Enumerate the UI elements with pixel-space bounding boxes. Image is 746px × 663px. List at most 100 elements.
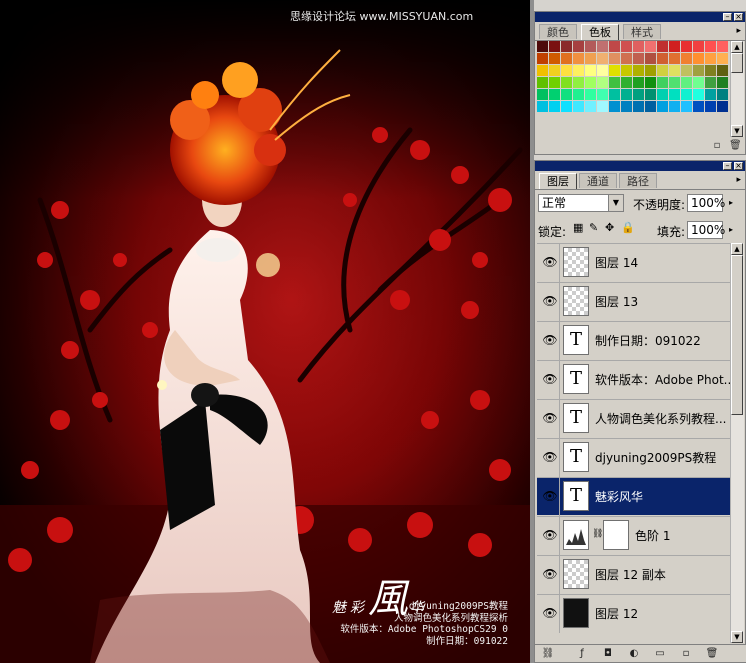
color-swatch[interactable] bbox=[693, 77, 704, 88]
color-swatch[interactable] bbox=[717, 65, 728, 76]
mask-link-icon[interactable]: ⛓ bbox=[592, 529, 603, 539]
color-swatch[interactable] bbox=[669, 101, 680, 112]
color-swatch[interactable] bbox=[537, 53, 548, 64]
color-swatch[interactable] bbox=[585, 89, 596, 100]
layer-thumbnail[interactable]: T bbox=[563, 442, 589, 472]
link-layers-icon[interactable]: ⛓ bbox=[541, 647, 555, 660]
color-swatch[interactable] bbox=[597, 101, 608, 112]
color-swatch[interactable] bbox=[645, 89, 656, 100]
tab-paths[interactable]: 路径 bbox=[619, 173, 657, 188]
layer-thumbnail[interactable] bbox=[563, 247, 589, 277]
color-swatch[interactable] bbox=[621, 65, 632, 76]
color-swatch[interactable] bbox=[657, 41, 668, 52]
color-swatch[interactable] bbox=[585, 65, 596, 76]
color-swatch[interactable] bbox=[609, 101, 620, 112]
visibility-eye-icon[interactable]: 👁 bbox=[542, 450, 558, 464]
opacity-arrow-icon[interactable]: ▸ bbox=[725, 195, 737, 211]
color-swatch[interactable] bbox=[717, 101, 728, 112]
scroll-up-icon[interactable]: ▲ bbox=[731, 243, 743, 255]
layer-thumbnail[interactable] bbox=[563, 559, 589, 589]
color-swatch[interactable] bbox=[597, 53, 608, 64]
color-swatch[interactable] bbox=[573, 41, 584, 52]
color-swatch[interactable] bbox=[573, 89, 584, 100]
color-swatch[interactable] bbox=[561, 77, 572, 88]
visibility-eye-icon[interactable]: 👁 bbox=[542, 294, 558, 308]
visibility-eye-icon[interactable]: 👁 bbox=[542, 489, 558, 503]
color-swatch[interactable] bbox=[561, 101, 572, 112]
color-swatch[interactable] bbox=[645, 53, 656, 64]
visibility-eye-icon[interactable]: 👁 bbox=[542, 255, 558, 269]
color-swatch[interactable] bbox=[621, 101, 632, 112]
color-swatch[interactable] bbox=[633, 89, 644, 100]
color-swatch[interactable] bbox=[537, 101, 548, 112]
color-swatch[interactable] bbox=[585, 101, 596, 112]
color-swatch[interactable] bbox=[705, 65, 716, 76]
layer-row[interactable]: 👁 T 人物调色美化系列教程... bbox=[537, 399, 732, 438]
panel-menu-icon[interactable]: ▸ bbox=[736, 175, 741, 185]
layer-thumbnail[interactable]: T bbox=[563, 325, 589, 355]
color-swatch[interactable] bbox=[681, 53, 692, 64]
color-swatch[interactable] bbox=[537, 41, 548, 52]
color-swatch[interactable] bbox=[705, 77, 716, 88]
color-swatch[interactable] bbox=[621, 77, 632, 88]
color-swatch[interactable] bbox=[669, 65, 680, 76]
layer-row[interactable]: 👁 ⛓ 色阶 1 bbox=[537, 516, 732, 555]
layer-row[interactable]: 👁 T 软件版本：Adobe Phot... bbox=[537, 360, 732, 399]
color-swatch[interactable] bbox=[597, 77, 608, 88]
visibility-eye-icon[interactable]: 👁 bbox=[542, 333, 558, 347]
lock-pixels-icon[interactable]: ✎ bbox=[589, 221, 598, 234]
minimize-icon[interactable]: – bbox=[723, 13, 732, 21]
minimize-icon[interactable]: – bbox=[723, 162, 732, 170]
color-swatch[interactable] bbox=[717, 89, 728, 100]
color-swatch[interactable] bbox=[645, 77, 656, 88]
document-canvas[interactable]: 思缘设计论坛 www.MISSYUAN.com 魅彩風华 djyuning200… bbox=[0, 0, 530, 663]
layer-row[interactable]: 👁 T 魅彩风华 bbox=[537, 477, 732, 516]
layer-mask-thumbnail[interactable] bbox=[603, 520, 629, 550]
color-swatch[interactable] bbox=[705, 41, 716, 52]
close-icon[interactable]: × bbox=[734, 13, 743, 21]
color-swatch[interactable] bbox=[573, 101, 584, 112]
color-swatch[interactable] bbox=[573, 53, 584, 64]
fill-input[interactable]: 100% bbox=[687, 221, 725, 239]
color-swatch[interactable] bbox=[693, 65, 704, 76]
color-swatch[interactable] bbox=[621, 89, 632, 100]
visibility-eye-icon[interactable]: 👁 bbox=[542, 411, 558, 425]
layer-thumbnail[interactable] bbox=[563, 520, 589, 550]
layer-thumbnail[interactable]: T bbox=[563, 403, 589, 433]
color-swatch[interactable] bbox=[669, 53, 680, 64]
color-swatch[interactable] bbox=[717, 41, 728, 52]
color-swatch[interactable] bbox=[633, 101, 644, 112]
color-swatch[interactable] bbox=[609, 77, 620, 88]
color-swatch[interactable] bbox=[657, 53, 668, 64]
color-swatch[interactable] bbox=[633, 41, 644, 52]
color-swatch[interactable] bbox=[609, 41, 620, 52]
close-icon[interactable]: × bbox=[734, 162, 743, 170]
color-swatch[interactable] bbox=[681, 101, 692, 112]
color-swatch[interactable] bbox=[693, 101, 704, 112]
color-swatch[interactable] bbox=[645, 41, 656, 52]
layers-scrollbar[interactable]: ▲ ▼ bbox=[730, 243, 744, 643]
color-swatch[interactable] bbox=[621, 41, 632, 52]
color-swatch[interactable] bbox=[585, 77, 596, 88]
color-swatch[interactable] bbox=[717, 53, 728, 64]
color-swatch[interactable] bbox=[657, 65, 668, 76]
color-swatch[interactable] bbox=[609, 89, 620, 100]
trash-icon[interactable]: 🗑 bbox=[729, 140, 742, 151]
new-swatch-icon[interactable]: ▫ bbox=[711, 140, 723, 151]
layer-mask-icon[interactable]: ◘ bbox=[601, 647, 615, 660]
color-swatch[interactable] bbox=[621, 53, 632, 64]
visibility-eye-icon[interactable]: 👁 bbox=[542, 567, 558, 581]
color-swatch[interactable] bbox=[537, 89, 548, 100]
scroll-up-icon[interactable]: ▲ bbox=[731, 41, 743, 53]
color-swatch[interactable] bbox=[573, 77, 584, 88]
color-swatch[interactable] bbox=[597, 41, 608, 52]
color-swatch[interactable] bbox=[705, 89, 716, 100]
color-swatch[interactable] bbox=[645, 101, 656, 112]
color-swatch[interactable] bbox=[597, 89, 608, 100]
trash-icon[interactable]: 🗑 bbox=[705, 647, 719, 660]
color-swatch[interactable] bbox=[633, 77, 644, 88]
color-swatch[interactable] bbox=[549, 53, 560, 64]
color-swatch[interactable] bbox=[561, 65, 572, 76]
layer-thumbnail[interactable] bbox=[563, 286, 589, 316]
visibility-eye-icon[interactable]: 👁 bbox=[542, 606, 558, 620]
